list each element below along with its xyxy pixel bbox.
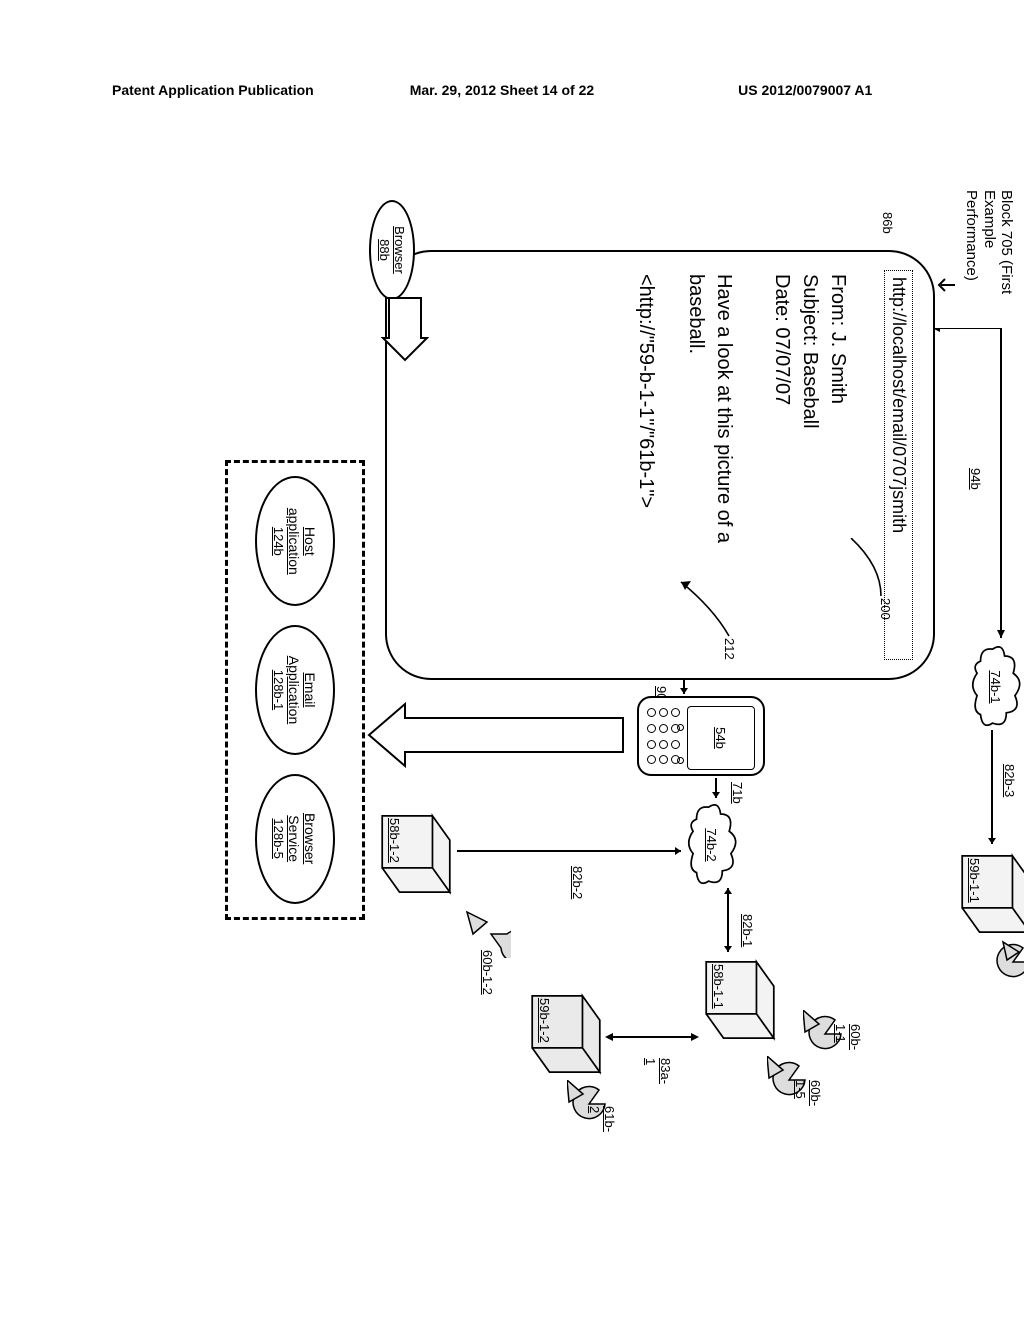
block-label-l1: Block 705 (First bbox=[998, 190, 1015, 294]
email-application-t2: Application bbox=[287, 656, 303, 725]
ref-200: 200 bbox=[878, 598, 893, 620]
services-box: Host application 124b Email Application … bbox=[225, 460, 365, 920]
phone-screen: 54b bbox=[687, 706, 755, 770]
email-body-2: baseball. bbox=[683, 274, 709, 354]
device-screen: http://localhost/email/0707jsmith From: … bbox=[385, 250, 935, 680]
block-label-l3: Performance) bbox=[963, 190, 980, 294]
cloud-2-label: 74b-2 bbox=[685, 802, 739, 888]
header-right: US 2012/0079007 A1 bbox=[738, 82, 872, 98]
leader-94b bbox=[927, 328, 1007, 648]
email-subject: Subject: Baseball bbox=[797, 274, 823, 429]
phone-keypad bbox=[647, 708, 680, 768]
bubble-arrow-browser bbox=[373, 296, 429, 366]
email-application-t1: Email bbox=[303, 672, 319, 707]
block-label-l2: Example bbox=[981, 190, 998, 294]
cloud-2: 74b-2 bbox=[685, 802, 739, 888]
phone-icon: 54b bbox=[637, 696, 765, 776]
arrow-83a1 bbox=[603, 1030, 699, 1044]
ref-82b-1: 82b-1 bbox=[740, 914, 755, 947]
host-application-t2: application bbox=[287, 508, 303, 575]
cube-mid: 58b-1-1 bbox=[701, 956, 779, 1044]
arrow-71b bbox=[709, 778, 723, 804]
ref-82b-2: 82b-2 bbox=[570, 866, 585, 899]
ref-61b-2: 61b-2 bbox=[587, 1106, 617, 1132]
arrow-82b1 bbox=[721, 888, 735, 958]
email-application-ref: 128b-1 bbox=[272, 670, 287, 710]
cube-bot: 58b-1-2 bbox=[377, 810, 455, 898]
browser-service-ref: 128b-5 bbox=[272, 818, 287, 858]
arrow-82b3 bbox=[985, 730, 999, 850]
ref-60b-1-1: 60b-1-1 bbox=[833, 1024, 863, 1050]
browser-oval-title: Browser bbox=[392, 226, 407, 274]
ref-86b: 86b bbox=[880, 212, 895, 234]
host-application-oval: Host application 124b bbox=[255, 476, 335, 606]
bubble-arrow-phone bbox=[365, 700, 625, 770]
email-body-1: Have a look at this picture of a bbox=[711, 274, 737, 543]
cube-top-label: 59b-1-1 bbox=[967, 858, 982, 903]
email-from: From: J. Smith bbox=[825, 274, 851, 404]
page-header: Patent Application Publication Mar. 29, … bbox=[0, 82, 1024, 98]
ref-71b: 71b bbox=[730, 782, 745, 804]
browser-oval-ref: 88b bbox=[377, 239, 392, 261]
ref-94b: 94b bbox=[968, 468, 983, 490]
browser-oval: Browser 88b bbox=[369, 200, 415, 300]
cube-mid-label: 58b-1-1 bbox=[711, 964, 726, 1009]
pacman-61b-1 bbox=[993, 938, 1024, 986]
email-link[interactable]: <http://"59-b-1-1"/"61b-1"> bbox=[633, 274, 659, 508]
email-application-oval: Email Application 128b-1 bbox=[255, 625, 335, 755]
host-application-t1: Host bbox=[303, 527, 319, 556]
cube-right-label: 59b-1-2 bbox=[537, 998, 552, 1043]
cube-top: 59b-1-1 bbox=[957, 850, 1024, 938]
header-left: Patent Application Publication bbox=[112, 82, 314, 98]
ref-212: 212 bbox=[722, 638, 737, 660]
ref-82b-3: 82b-3 bbox=[1002, 764, 1017, 797]
host-application-ref: 124b bbox=[272, 527, 287, 556]
browser-service-oval: Browser Service 128b-5 bbox=[255, 774, 335, 904]
browser-service-t2: Service bbox=[287, 815, 303, 862]
browser-service-t1: Browser bbox=[303, 813, 319, 864]
email-date: Date: 07/07/07 bbox=[769, 274, 795, 405]
cube-bot-label: 58b-1-2 bbox=[387, 818, 402, 863]
cube-right: 59b-1-2 bbox=[527, 990, 605, 1078]
ref-60b-1-2: 60b-1-2 bbox=[480, 950, 495, 995]
arrow-82b2 bbox=[451, 844, 681, 858]
block-label: Block 705 (First Example Performance) bbox=[963, 190, 1015, 294]
cloud-1: 74b-1 bbox=[969, 644, 1023, 730]
ref-83a-1: 83a-1 bbox=[643, 1058, 673, 1084]
cloud-1-label: 74b-1 bbox=[969, 644, 1023, 730]
header-center: Mar. 29, 2012 Sheet 14 of 22 bbox=[410, 82, 594, 98]
figure-area: Fig. 14 Block 705 (First Example Perform… bbox=[0, 250, 1005, 1040]
ref-60b-1-5: 60b-1-5 bbox=[793, 1080, 823, 1106]
